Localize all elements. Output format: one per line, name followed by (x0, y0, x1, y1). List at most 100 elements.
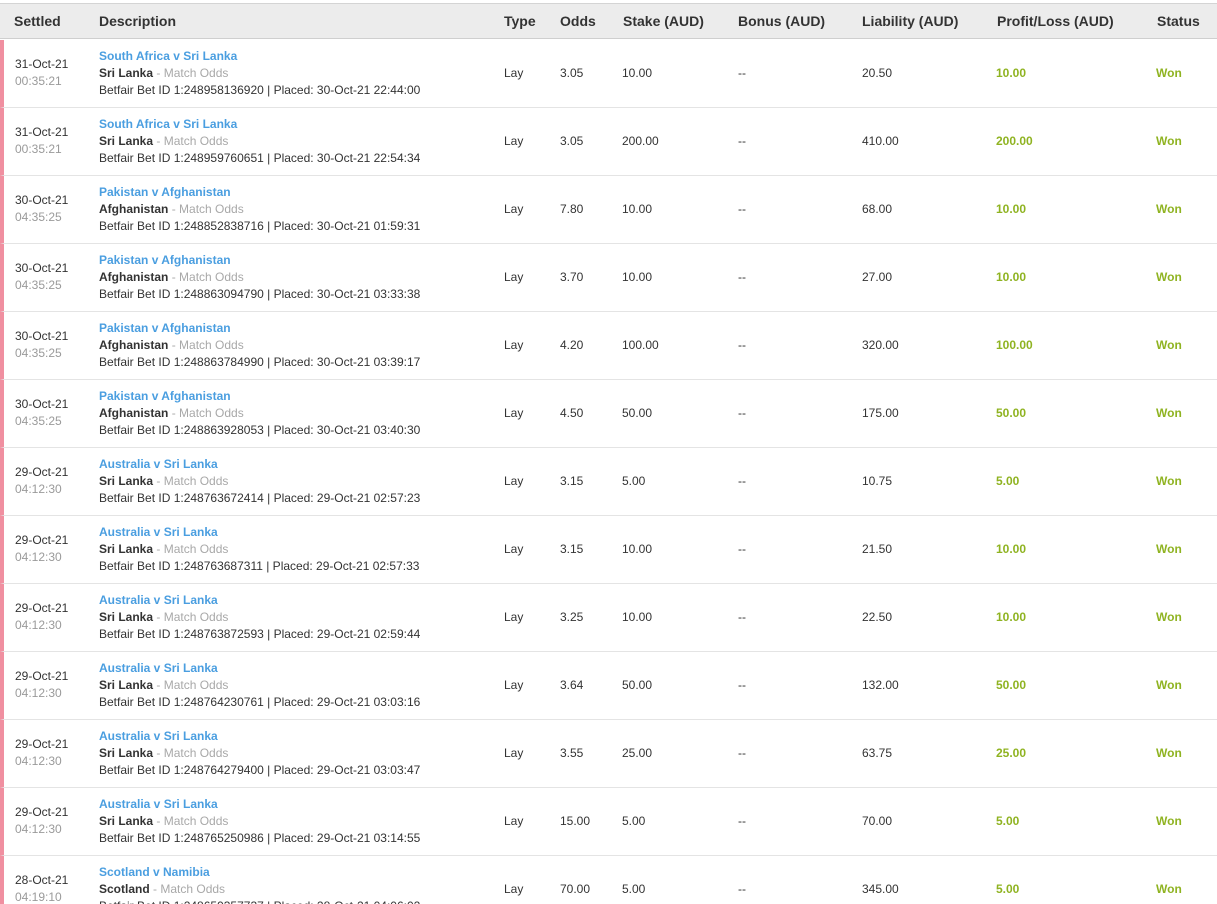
stake-cell: 10.00 (622, 66, 653, 80)
table-row: 30-Oct-21 04:35:25 Pakistan v Afghanistan A… (0, 312, 1217, 380)
bet-id-text: Betfair Bet ID 1:248958136920 | Placed: … (99, 83, 421, 97)
event-link[interactable]: Australia v Sri Lanka (99, 660, 420, 677)
description-cell: Scotland v NamibiaScotland - Match Odds B… (99, 864, 420, 904)
bonus-cell: -- (738, 202, 746, 216)
bet-id-text: Betfair Bet ID 1:248764230761 | Placed: … (99, 695, 421, 709)
description-cell: Australia v Sri Lanka Sri Lanka - Match O… (99, 796, 420, 847)
stake-cell: 5.00 (622, 882, 646, 896)
settled-cell: 28-Oct-21 04:19:10 (15, 872, 68, 904)
profit-loss-cell: 5.00 (996, 474, 1020, 488)
odds-cell: 3.05 (560, 66, 584, 80)
liability-cell: 27.00 (862, 270, 893, 284)
event-link[interactable]: Pakistan v Afghanistan (99, 388, 420, 405)
stake-cell: 10.00 (622, 542, 653, 556)
market-name: - Match Odds (156, 746, 229, 760)
profit-loss-cell: 10.00 (996, 542, 1027, 556)
header-status[interactable]: Status (1157, 4, 1200, 38)
odds-cell: 4.50 (560, 406, 584, 420)
odds-cell: 3.25 (560, 610, 584, 624)
event-link[interactable]: Scotland v Namibia (99, 864, 420, 881)
type-cell: Lay (504, 746, 524, 760)
settled-date: 30-Oct-21 (15, 261, 69, 275)
status-cell: Won (1156, 542, 1182, 556)
bonus-cell: -- (738, 270, 746, 284)
table-row: 28-Oct-21 04:19:10 Scotland v Namibia Scotl… (0, 856, 1217, 904)
bet-id-text: Betfair Bet ID 1:248863784990 | Placed: … (99, 355, 421, 369)
settled-cell: 31-Oct-21 00:35:21 (15, 56, 68, 90)
type-cell: Lay (504, 610, 524, 624)
type-cell: Lay (504, 270, 524, 284)
selection-name: Sri Lanka (99, 542, 154, 556)
header-bonus[interactable]: Bonus (AUD) (738, 4, 825, 38)
odds-cell: 3.15 (560, 542, 584, 556)
liability-cell: 22.50 (862, 610, 893, 624)
liability-cell: 320.00 (862, 338, 899, 352)
profit-loss-cell: 100.00 (996, 338, 1033, 352)
profit-loss-cell: 200.00 (996, 134, 1033, 148)
settled-cell: 29-Oct-21 04:12:30 (15, 804, 68, 838)
table-row: 29-Oct-21 04:12:30 Australia v Sri Lanka Sr… (0, 720, 1217, 788)
type-cell: Lay (504, 202, 524, 216)
event-link[interactable]: Pakistan v Afghanistan (99, 320, 420, 337)
description-cell: Pakistan v Afghanistan Afghanistan - Matc… (99, 184, 420, 235)
odds-cell: 7.80 (560, 202, 584, 216)
liability-cell: 68.00 (862, 202, 893, 216)
stake-cell: 10.00 (622, 202, 653, 216)
settled-date: 29-Oct-21 (15, 805, 69, 819)
bet-id-text: Betfair Bet ID 1:248852838716 | Placed: … (99, 219, 421, 233)
header-type[interactable]: Type (504, 4, 536, 38)
bonus-cell: -- (738, 406, 746, 420)
bet-id-text: Betfair Bet ID 1:248659357737 | Placed: … (99, 898, 420, 904)
market-name: - Match Odds (156, 814, 229, 828)
header-settled[interactable]: Settled (14, 4, 61, 38)
event-link[interactable]: South Africa v Sri Lanka (99, 48, 420, 65)
header-description[interactable]: Description (99, 4, 176, 38)
selection-name: Sri Lanka (99, 814, 154, 828)
profit-loss-cell: 25.00 (996, 746, 1027, 760)
table-row: 29-Oct-21 04:12:30 Australia v Sri Lanka Sr… (0, 516, 1217, 584)
settled-date: 30-Oct-21 (15, 329, 69, 343)
event-link[interactable]: Australia v Sri Lanka (99, 592, 420, 609)
status-cell: Won (1156, 474, 1182, 488)
type-cell: Lay (504, 66, 524, 80)
profit-loss-cell: 5.00 (996, 814, 1020, 828)
header-liability[interactable]: Liability (AUD) (862, 4, 958, 38)
settled-time: 04:35:25 (15, 414, 62, 428)
table-row: 30-Oct-21 04:35:25 Pakistan v Afghanistan A… (0, 176, 1217, 244)
bet-history-table: Settled Description Type Odds Stake (AUD… (0, 0, 1217, 904)
liability-cell: 10.75 (862, 474, 893, 488)
profit-loss-cell: 10.00 (996, 610, 1027, 624)
event-link[interactable]: South Africa v Sri Lanka (99, 116, 420, 133)
market-name: - Match Odds (156, 678, 229, 692)
bonus-cell: -- (738, 542, 746, 556)
header-stake[interactable]: Stake (AUD) (623, 4, 704, 38)
selection-name: Sri Lanka (99, 746, 154, 760)
market-name: - Match Odds (156, 66, 229, 80)
liability-cell: 175.00 (862, 406, 899, 420)
event-link[interactable]: Australia v Sri Lanka (99, 728, 420, 745)
settled-cell: 29-Oct-21 04:12:30 (15, 736, 68, 770)
stake-cell: 25.00 (622, 746, 653, 760)
bet-id-text: Betfair Bet ID 1:248763672414 | Placed: … (99, 491, 421, 505)
event-link[interactable]: Pakistan v Afghanistan (99, 252, 420, 269)
event-link[interactable]: Australia v Sri Lanka (99, 456, 420, 473)
header-odds[interactable]: Odds (560, 4, 596, 38)
settled-date: 29-Oct-21 (15, 601, 69, 615)
settled-date: 29-Oct-21 (15, 465, 69, 479)
event-link[interactable]: Australia v Sri Lanka (99, 796, 420, 813)
liability-cell: 21.50 (862, 542, 893, 556)
description-cell: South Africa v Sri Lanka Sri Lanka - Matc… (99, 48, 420, 99)
settled-date: 28-Oct-21 (15, 873, 69, 887)
settled-time: 04:12:30 (15, 754, 62, 768)
event-link[interactable]: Australia v Sri Lanka (99, 524, 419, 541)
selection-name: Sri Lanka (99, 134, 154, 148)
bonus-cell: -- (738, 338, 746, 352)
event-link[interactable]: Pakistan v Afghanistan (99, 184, 420, 201)
settled-time: 04:12:30 (15, 482, 62, 496)
type-cell: Lay (504, 406, 524, 420)
header-profit-loss[interactable]: Profit/Loss (AUD) (997, 4, 1114, 38)
type-cell: Lay (504, 542, 524, 556)
market-name: - Match Odds (156, 542, 229, 556)
type-cell: Lay (504, 338, 524, 352)
settled-time: 04:35:25 (15, 210, 62, 224)
